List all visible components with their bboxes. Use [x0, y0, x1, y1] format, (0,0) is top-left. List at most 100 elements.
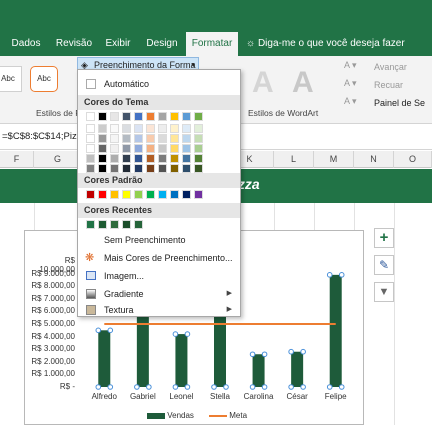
- theme-color-swatch[interactable]: [170, 134, 179, 143]
- theme-color-swatch[interactable]: [122, 134, 131, 143]
- theme-color-swatch[interactable]: [146, 124, 155, 133]
- theme-color-swatch[interactable]: [122, 144, 131, 153]
- tab-revisao[interactable]: Revisão: [52, 32, 96, 56]
- theme-color-swatch[interactable]: [158, 112, 167, 121]
- menu-item-sem-preenchimento[interactable]: Sem Preenchimento: [78, 231, 240, 249]
- selection-handle[interactable]: [261, 351, 268, 358]
- theme-color-swatch[interactable]: [98, 154, 107, 163]
- recent-color-swatch[interactable]: [98, 220, 107, 229]
- theme-color-swatch[interactable]: [86, 144, 95, 153]
- column-header[interactable]: L: [274, 151, 314, 168]
- recent-color-swatch[interactable]: [86, 220, 95, 229]
- painel-selecao-button[interactable]: Painel de Se: [374, 98, 425, 108]
- text-outline-icon[interactable]: A ▾: [344, 78, 357, 89]
- theme-color-swatch[interactable]: [98, 164, 107, 173]
- selection-handle[interactable]: [184, 384, 191, 390]
- selection-handle[interactable]: [184, 331, 191, 337]
- theme-color-swatch[interactable]: [158, 124, 167, 133]
- menu-item-textura[interactable]: Textura ▶: [78, 303, 240, 317]
- theme-color-swatch[interactable]: [194, 134, 203, 143]
- selection-handle[interactable]: [300, 348, 306, 355]
- theme-color-swatch[interactable]: [134, 144, 143, 153]
- selection-handle[interactable]: [326, 384, 333, 390]
- bar-vendas[interactable]: [214, 307, 226, 387]
- theme-color-swatch[interactable]: [182, 154, 191, 163]
- theme-color-swatch[interactable]: [98, 112, 107, 121]
- theme-color-swatch[interactable]: [194, 164, 203, 173]
- selection-handle[interactable]: [172, 331, 179, 337]
- theme-color-swatch[interactable]: [194, 144, 203, 153]
- shape-style-2[interactable]: Abc: [30, 66, 58, 92]
- theme-color-swatch[interactable]: [170, 154, 179, 163]
- selection-handle[interactable]: [261, 384, 268, 390]
- bar-vendas[interactable]: [252, 354, 265, 387]
- theme-color-swatch[interactable]: [158, 164, 167, 173]
- text-fill-icon[interactable]: A ▾: [344, 60, 357, 71]
- theme-color-swatch[interactable]: [182, 164, 191, 173]
- text-effects-icon[interactable]: A ▾: [344, 96, 357, 107]
- theme-color-swatch[interactable]: [110, 112, 119, 121]
- theme-color-swatch[interactable]: [158, 144, 167, 153]
- theme-color-swatch[interactable]: [146, 154, 155, 163]
- standard-color-swatch[interactable]: [146, 190, 155, 199]
- standard-color-swatch[interactable]: [86, 190, 95, 199]
- theme-color-swatch[interactable]: [134, 112, 143, 121]
- theme-color-swatch[interactable]: [182, 144, 191, 153]
- theme-color-swatch[interactable]: [170, 144, 179, 153]
- theme-color-swatch[interactable]: [122, 112, 131, 121]
- theme-color-swatch[interactable]: [170, 112, 179, 121]
- theme-color-swatch[interactable]: [170, 124, 179, 133]
- theme-color-swatch[interactable]: [122, 154, 131, 163]
- theme-color-swatch[interactable]: [134, 164, 143, 173]
- theme-color-swatch[interactable]: [194, 112, 203, 121]
- theme-color-swatch[interactable]: [86, 154, 95, 163]
- theme-color-swatch[interactable]: [182, 134, 191, 143]
- selection-handle[interactable]: [288, 384, 294, 390]
- theme-color-swatch[interactable]: [158, 154, 167, 163]
- bar-vendas[interactable]: [98, 330, 111, 387]
- theme-color-swatch[interactable]: [194, 124, 203, 133]
- selection-handle[interactable]: [107, 327, 114, 334]
- selection-handle[interactable]: [172, 384, 179, 390]
- theme-color-swatch[interactable]: [146, 112, 155, 121]
- tell-me-box[interactable]: ☼ Diga-me o que você deseja fazer: [246, 32, 432, 56]
- selection-handle[interactable]: [134, 384, 140, 390]
- theme-color-swatch[interactable]: [194, 154, 203, 163]
- standard-color-swatch[interactable]: [110, 190, 119, 199]
- theme-color-swatch[interactable]: [86, 124, 95, 133]
- column-header[interactable]: F: [0, 151, 34, 168]
- theme-color-swatch[interactable]: [158, 134, 167, 143]
- selection-handle[interactable]: [146, 384, 152, 390]
- tab-formatar[interactable]: Formatar: [186, 32, 238, 56]
- theme-color-swatch[interactable]: [98, 144, 107, 153]
- chart-styles-button[interactable]: ✎: [374, 255, 394, 275]
- selection-handle[interactable]: [223, 384, 229, 390]
- theme-color-swatch[interactable]: [182, 124, 191, 133]
- theme-color-swatch[interactable]: [110, 164, 119, 173]
- theme-color-swatch[interactable]: [122, 124, 131, 133]
- selection-handle[interactable]: [249, 351, 256, 358]
- menu-item-imagem[interactable]: Imagem...: [78, 267, 240, 285]
- standard-color-swatch[interactable]: [122, 190, 131, 199]
- theme-color-swatch[interactable]: [98, 124, 107, 133]
- column-header[interactable]: G: [34, 151, 82, 168]
- selection-handle[interactable]: [326, 272, 333, 278]
- selection-handle[interactable]: [338, 272, 345, 278]
- selection-handle[interactable]: [107, 384, 114, 390]
- selection-handle[interactable]: [249, 384, 256, 390]
- column-header[interactable]: O: [394, 151, 432, 168]
- recent-color-swatch[interactable]: [134, 220, 143, 229]
- recent-color-swatch[interactable]: [110, 220, 119, 229]
- standard-color-swatch[interactable]: [170, 190, 179, 199]
- theme-color-swatch[interactable]: [122, 164, 131, 173]
- legend-meta[interactable]: Meta: [209, 411, 247, 420]
- theme-color-swatch[interactable]: [170, 164, 179, 173]
- selection-handle[interactable]: [95, 327, 102, 334]
- selection-handle[interactable]: [211, 384, 217, 390]
- recuar-button[interactable]: Recuar: [374, 80, 403, 90]
- standard-color-swatch[interactable]: [158, 190, 167, 199]
- bar-vendas[interactable]: [329, 274, 342, 387]
- avancar-button[interactable]: Avançar: [374, 62, 407, 72]
- menu-item-automatico[interactable]: Automático: [78, 75, 240, 93]
- selection-handle[interactable]: [95, 384, 102, 390]
